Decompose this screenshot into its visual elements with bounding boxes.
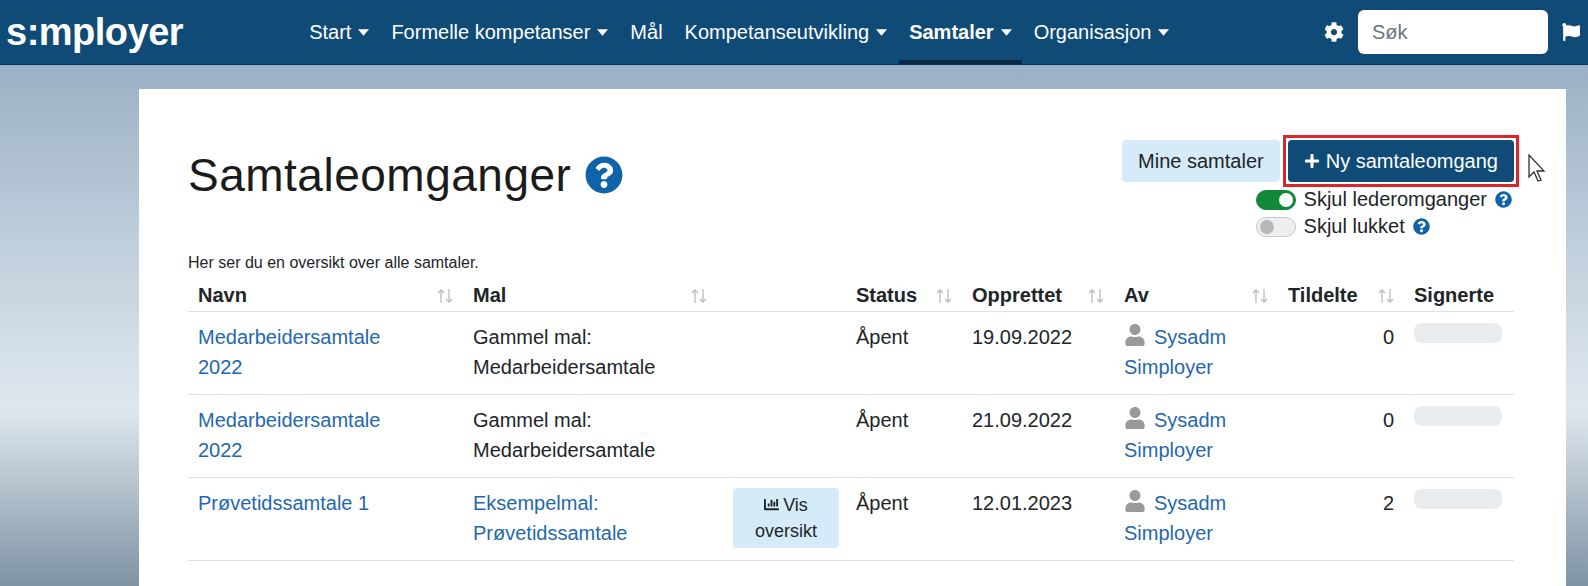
author-link[interactable]: Sysadm Simployer (1124, 409, 1226, 461)
table-row: Prøvetidssamtale 1 Eksempelmal: Prøvetids… (188, 478, 1514, 561)
toggle-switch[interactable] (1256, 190, 1296, 210)
signed-progress (1414, 323, 1502, 343)
sort-icon[interactable] (437, 287, 453, 305)
highlight-frame: Ny samtaleomgang (1283, 135, 1519, 187)
signed-progress (1414, 489, 1502, 509)
highlight-frame: Mine samtaler (1117, 135, 1285, 187)
toggle-switch[interactable] (1256, 217, 1296, 237)
nav-item[interactable]: Start (299, 0, 379, 64)
caret-icon (358, 29, 369, 36)
action-button[interactable]: Mine samtaler (1122, 140, 1280, 182)
column-header[interactable]: Tildelte (1278, 278, 1404, 312)
nav-item[interactable]: Samtaler (899, 0, 1022, 64)
nav-item[interactable]: Formelle kompetanser (381, 0, 618, 64)
column-header[interactable]: Status (846, 278, 962, 312)
caret-icon (597, 29, 608, 36)
assigned-cell: 0 (1278, 312, 1404, 395)
nav-item[interactable]: Mål (620, 0, 672, 64)
column-header (717, 278, 846, 312)
author-link[interactable]: Sysadm Simployer (1124, 326, 1226, 378)
status-cell: Åpent (846, 312, 962, 395)
column-header[interactable]: Opprettet (962, 278, 1114, 312)
overview-button[interactable]: Vis oversikt (733, 488, 839, 548)
help-icon[interactable] (585, 156, 623, 194)
template-cell: Gammel mal: Medarbeidersamtale (463, 395, 717, 478)
nav-item[interactable]: Organisasjon (1024, 0, 1180, 64)
template-link[interactable]: Eksempelmal: Prøvetidssamtale (473, 492, 628, 544)
round-link[interactable]: Medarbeidersamtale 2022 (198, 326, 380, 378)
column-header[interactable]: Mal (463, 278, 717, 312)
template-cell: Eksempelmal: Prøvetidssamtale (463, 478, 717, 561)
created-cell: 19.09.2022 (962, 312, 1114, 395)
help-icon[interactable] (1495, 191, 1512, 208)
cursor-icon (1528, 154, 1548, 182)
sort-icon[interactable] (1378, 287, 1394, 305)
logo[interactable]: s:mployer (6, 0, 183, 64)
rounds-table: NavnMal StatusOpprettetAvTildelteSignerte… (188, 278, 1514, 561)
toggle-row: Skjul lederomganger (1256, 188, 1512, 211)
sort-icon[interactable] (1252, 287, 1268, 305)
column-header: Signerte (1404, 278, 1514, 312)
sort-icon[interactable] (936, 287, 952, 305)
template-cell: Gammel mal: Medarbeidersamtale (463, 312, 717, 395)
page: s:mployer StartFormelle kompetanserMålKom… (0, 0, 1588, 586)
caret-icon (876, 29, 887, 36)
author-link[interactable]: Sysadm Simployer (1124, 492, 1226, 544)
sort-icon[interactable] (1088, 287, 1104, 305)
status-cell: Åpent (846, 478, 962, 561)
page-title: Samtaleomganger (188, 148, 623, 202)
avatar-icon (1124, 407, 1146, 429)
avatar-icon (1124, 324, 1146, 346)
caret-icon (1158, 29, 1169, 36)
toggle-row: Skjul lukket (1256, 215, 1512, 238)
chart-icon (764, 497, 779, 512)
nav-bar: s:mployer StartFormelle kompetanserMålKom… (0, 0, 1588, 65)
table-row: Medarbeidersamtale 2022 Gammel mal: Medar… (188, 312, 1514, 395)
help-icon[interactable] (1413, 218, 1430, 235)
column-header[interactable]: Navn (188, 278, 463, 312)
status-cell: Åpent (846, 395, 962, 478)
flag-icon[interactable] (1562, 23, 1580, 41)
description: Her ser du en oversikt over alle samtale… (188, 254, 1514, 272)
round-link[interactable]: Medarbeidersamtale 2022 (198, 409, 380, 461)
plus-icon (1304, 153, 1320, 169)
caret-icon (1001, 29, 1012, 36)
avatar-icon (1124, 490, 1146, 512)
table-row: Medarbeidersamtale 2022 Gammel mal: Medar… (188, 395, 1514, 478)
assigned-cell: 2 (1278, 478, 1404, 561)
search-field[interactable] (1358, 10, 1548, 54)
created-cell: 12.01.2023 (962, 478, 1114, 561)
content-card: Samtaleomganger Mine samtalerNy samtaleom… (139, 89, 1566, 586)
created-cell: 21.09.2022 (962, 395, 1114, 478)
gear-icon[interactable] (1324, 22, 1344, 42)
signed-progress (1414, 406, 1502, 426)
assigned-cell: 0 (1278, 395, 1404, 478)
round-link[interactable]: Prøvetidssamtale 1 (198, 492, 369, 514)
action-button[interactable]: Ny samtaleomgang (1288, 140, 1514, 182)
nav-item[interactable]: Kompetanseutvikling (675, 0, 898, 64)
column-header[interactable]: Av (1114, 278, 1278, 312)
sort-icon[interactable] (691, 287, 707, 305)
